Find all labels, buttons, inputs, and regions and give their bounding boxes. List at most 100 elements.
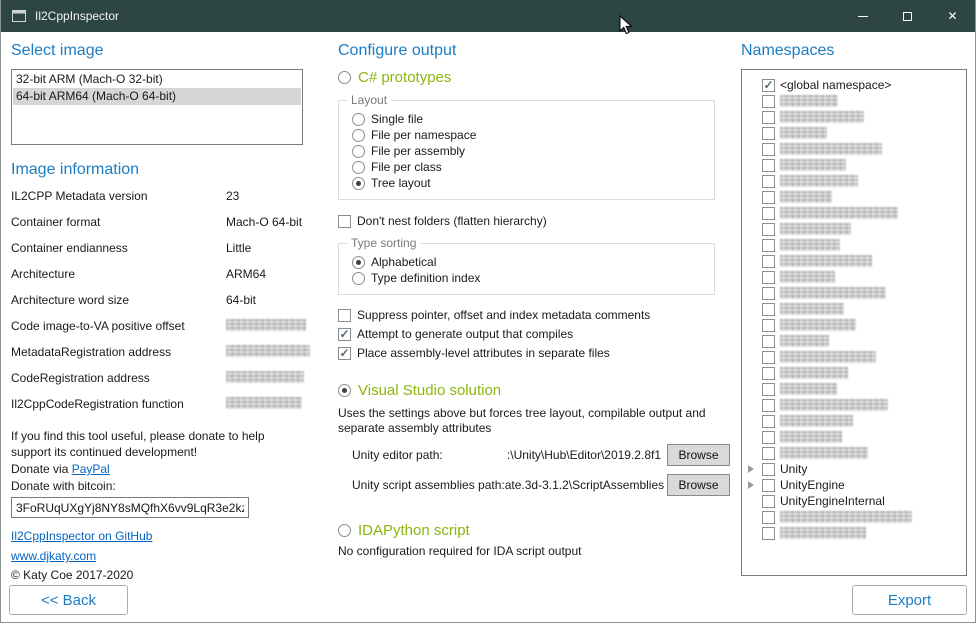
namespace-item[interactable] bbox=[744, 125, 964, 141]
namespaces-tree[interactable]: <global namespace> bbox=[741, 69, 967, 576]
namespace-item[interactable] bbox=[744, 429, 964, 445]
output-checkbox[interactable]: Place assembly-level attributes in separ… bbox=[338, 345, 730, 361]
expander-icon[interactable] bbox=[748, 465, 754, 473]
visual-studio-radio[interactable]: Visual Studio solution bbox=[338, 382, 730, 399]
output-checkbox-label: Suppress pointer, offset and index metad… bbox=[357, 308, 650, 322]
namespace-checkbox[interactable] bbox=[762, 527, 775, 540]
window-controls: ✕ bbox=[840, 0, 975, 32]
info-row: Architecture word size 64-bit bbox=[11, 293, 303, 319]
close-button[interactable]: ✕ bbox=[930, 0, 975, 32]
github-link[interactable]: Il2CppInspector on GitHub bbox=[11, 528, 152, 544]
namespace-item[interactable] bbox=[744, 301, 964, 317]
namespace-checkbox[interactable] bbox=[762, 447, 775, 460]
minimize-button[interactable] bbox=[840, 0, 885, 32]
namespace-checkbox[interactable] bbox=[762, 207, 775, 220]
image-list-item[interactable]: 64-bit ARM64 (Mach-O 64-bit) bbox=[13, 88, 301, 105]
namespace-checkbox[interactable] bbox=[762, 223, 775, 236]
export-button[interactable]: Export bbox=[852, 585, 967, 615]
namespace-label bbox=[780, 447, 868, 459]
namespace-checkbox[interactable] bbox=[762, 239, 775, 252]
namespace-checkbox[interactable] bbox=[762, 351, 775, 364]
back-button[interactable]: << Back bbox=[9, 585, 128, 615]
namespace-item[interactable] bbox=[744, 333, 964, 349]
namespace-item[interactable]: <global namespace> bbox=[744, 77, 964, 93]
namespace-item[interactable] bbox=[744, 413, 964, 429]
layout-option[interactable]: Single file bbox=[352, 111, 706, 127]
namespace-item[interactable] bbox=[744, 525, 964, 541]
expander-icon[interactable] bbox=[748, 481, 754, 489]
namespace-label bbox=[780, 431, 842, 443]
namespace-item[interactable] bbox=[744, 381, 964, 397]
unity-script-browse-button[interactable]: Browse bbox=[667, 474, 730, 496]
namespace-checkbox[interactable] bbox=[762, 495, 775, 508]
namespace-checkbox[interactable] bbox=[762, 111, 775, 124]
namespace-item[interactable] bbox=[744, 509, 964, 525]
namespace-item[interactable] bbox=[744, 221, 964, 237]
unity-editor-browse-button[interactable]: Browse bbox=[667, 444, 730, 466]
namespace-checkbox[interactable] bbox=[762, 431, 775, 444]
namespace-checkbox[interactable] bbox=[762, 159, 775, 172]
namespace-checkbox[interactable] bbox=[762, 383, 775, 396]
namespace-checkbox[interactable] bbox=[762, 463, 775, 476]
layout-option-label: File per class bbox=[371, 160, 442, 174]
namespace-checkbox[interactable] bbox=[762, 143, 775, 156]
namespace-item[interactable] bbox=[744, 397, 964, 413]
window-title: Il2CppInspector bbox=[35, 9, 119, 23]
namespace-item[interactable] bbox=[744, 253, 964, 269]
output-checkbox[interactable]: Suppress pointer, offset and index metad… bbox=[338, 307, 730, 323]
namespace-item[interactable] bbox=[744, 317, 964, 333]
namespace-item[interactable] bbox=[744, 93, 964, 109]
namespace-item[interactable] bbox=[744, 269, 964, 285]
namespace-checkbox[interactable] bbox=[762, 415, 775, 428]
image-listbox[interactable]: 32-bit ARM (Mach-O 32-bit) 64-bit ARM64 … bbox=[11, 69, 303, 145]
website-link[interactable]: www.djkaty.com bbox=[11, 548, 96, 564]
namespace-checkbox[interactable] bbox=[762, 319, 775, 332]
csharp-prototypes-radio[interactable]: C# prototypes bbox=[338, 69, 730, 86]
idapython-radio[interactable]: IDAPython script bbox=[338, 522, 730, 539]
namespace-checkbox[interactable] bbox=[762, 127, 775, 140]
namespace-checkbox[interactable] bbox=[762, 399, 775, 412]
namespace-checkbox[interactable] bbox=[762, 255, 775, 268]
paypal-link[interactable]: PayPal bbox=[72, 462, 110, 476]
namespace-item[interactable] bbox=[744, 109, 964, 125]
namespace-checkbox[interactable] bbox=[762, 479, 775, 492]
namespace-checkbox[interactable] bbox=[762, 511, 775, 524]
output-checkbox[interactable]: Attempt to generate output that compiles bbox=[338, 326, 730, 342]
namespace-checkbox[interactable] bbox=[762, 79, 775, 92]
namespace-item[interactable] bbox=[744, 349, 964, 365]
namespace-item[interactable] bbox=[744, 157, 964, 173]
namespace-item[interactable] bbox=[744, 237, 964, 253]
namespace-checkbox[interactable] bbox=[762, 95, 775, 108]
namespace-checkbox[interactable] bbox=[762, 175, 775, 188]
idapython-label: IDAPython script bbox=[358, 522, 470, 539]
radio-icon bbox=[352, 145, 365, 158]
bitcoin-address-input[interactable] bbox=[11, 497, 249, 518]
namespace-item[interactable]: UnityEngineInternal bbox=[744, 493, 964, 509]
close-icon: ✕ bbox=[947, 10, 957, 22]
namespace-checkbox[interactable] bbox=[762, 367, 775, 380]
namespace-item[interactable]: Unity bbox=[744, 461, 964, 477]
namespace-item[interactable] bbox=[744, 173, 964, 189]
namespace-item[interactable] bbox=[744, 365, 964, 381]
radio-icon bbox=[352, 256, 365, 269]
namespace-checkbox[interactable] bbox=[762, 335, 775, 348]
type-sorting-option[interactable]: Alphabetical bbox=[352, 254, 706, 270]
namespace-checkbox[interactable] bbox=[762, 191, 775, 204]
namespace-item[interactable] bbox=[744, 205, 964, 221]
type-sorting-option[interactable]: Type definition index bbox=[352, 270, 706, 286]
layout-option[interactable]: File per namespace bbox=[352, 127, 706, 143]
namespace-item[interactable] bbox=[744, 141, 964, 157]
layout-option[interactable]: File per assembly bbox=[352, 143, 706, 159]
image-list-item[interactable]: 32-bit ARM (Mach-O 32-bit) bbox=[13, 71, 301, 88]
namespace-item[interactable] bbox=[744, 285, 964, 301]
layout-option[interactable]: Tree layout bbox=[352, 175, 706, 191]
namespace-checkbox[interactable] bbox=[762, 303, 775, 316]
namespace-checkbox[interactable] bbox=[762, 287, 775, 300]
namespace-item[interactable] bbox=[744, 189, 964, 205]
maximize-button[interactable] bbox=[885, 0, 930, 32]
namespace-item[interactable]: UnityEngine bbox=[744, 477, 964, 493]
namespace-checkbox[interactable] bbox=[762, 271, 775, 284]
namespace-item[interactable] bbox=[744, 445, 964, 461]
layout-option[interactable]: File per class bbox=[352, 159, 706, 175]
flatten-checkbox[interactable]: Don't nest folders (flatten hierarchy) bbox=[338, 213, 730, 229]
